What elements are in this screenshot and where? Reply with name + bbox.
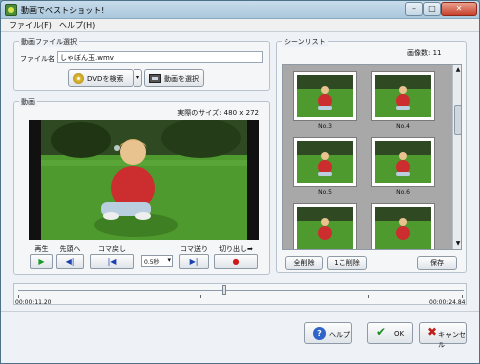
thumbnail-image (375, 75, 431, 117)
cut-label: 切り出し➡ (219, 245, 253, 253)
select-video-label: 動画を選択 (164, 75, 199, 83)
thumbnail-label: No.6 (396, 189, 410, 196)
record-icon: ● (232, 257, 240, 266)
timeline-tick (462, 295, 463, 298)
menu-bar: ファイル(F) ヘルプ(H) (1, 19, 479, 32)
frame-back-button[interactable]: |◀ (90, 254, 134, 269)
help-label: ヘルプ (329, 331, 350, 339)
play-control: 再生 ▶ (30, 244, 53, 272)
first-button[interactable]: ◀| (56, 254, 84, 269)
thumbnail-image (375, 207, 431, 249)
timeline-tick (368, 295, 369, 298)
maximize-button[interactable]: □ (423, 2, 441, 16)
delete-one-button[interactable]: 1こ削除 (327, 256, 367, 270)
dvd-dropdown-button[interactable]: ▾ (134, 69, 142, 87)
video-group: 動画 実際のサイズ: 480 x 272 再生 ▶ 先頭へ ◀| コマ戻し |◀… (13, 97, 270, 275)
cut-control: 切り出し➡ ● (214, 244, 258, 272)
timeline-slider[interactable] (13, 283, 467, 305)
scene-thumbnail[interactable] (371, 203, 435, 249)
timeline-track (18, 290, 464, 291)
step-back-icon: |◀ (107, 257, 117, 266)
back-control: コマ戻し |◀ (90, 244, 134, 272)
thumbnail-label: No.3 (318, 123, 332, 130)
image-count-label: 画像数: 11 (407, 49, 442, 57)
save-button[interactable]: 保存 (417, 256, 457, 270)
app-window: 動画でベストショット! – □ ✕ ファイル(F) ヘルプ(H) 動画ファイル選… (0, 0, 480, 364)
ok-label: OK (394, 330, 405, 338)
footer-divider (1, 311, 479, 312)
thumbnail-image (375, 141, 431, 183)
step-forward-icon: ▶| (189, 257, 199, 266)
play-icon: ▶ (38, 257, 45, 266)
timeline-thumb[interactable] (222, 285, 226, 295)
timeline-start-time: 00:00:11.20 (15, 299, 52, 306)
play-button[interactable]: ▶ (30, 254, 53, 269)
help-icon: ? (313, 327, 326, 340)
scene-list-scrollbar[interactable]: ▲ ▼ (452, 65, 461, 249)
timeline-end-time: 00:00:24.84 (429, 299, 466, 306)
delete-all-button[interactable]: 全削除 (285, 256, 323, 270)
file-name-field[interactable]: しゃぼん玉.wmv (57, 51, 263, 63)
cancel-x-icon: ✖ (427, 325, 438, 339)
actual-size-label: 実際のサイズ: 480 x 272 (177, 109, 259, 117)
back-label: コマ戻し (98, 245, 126, 253)
file-group-title: 動画ファイル選択 (19, 37, 79, 47)
scene-list[interactable]: No.3 No.4 No.5 No.6 ▲ ▼ (282, 64, 462, 250)
forward-control: コマ送り ▶| (179, 244, 209, 272)
scene-group-title: シーンリスト (282, 37, 328, 47)
menu-file[interactable]: ファイル(F) (7, 20, 54, 31)
thumbnail-label: No.4 (396, 123, 410, 130)
window-title: 動画でベストショット! (21, 6, 105, 15)
cancel-label: キャンセル (438, 331, 466, 349)
cancel-button[interactable]: ✖ キャンセル (419, 322, 467, 349)
file-name-label: ファイル名 (20, 55, 55, 63)
minimize-button[interactable]: – (405, 2, 423, 16)
scroll-thumb[interactable] (454, 105, 461, 135)
thumbnail-label: No.5 (318, 189, 332, 196)
file-select-group: 動画ファイル選択 ファイル名 しゃぼん玉.wmv DVDを検索 ▾ 動画を選択 (13, 37, 270, 91)
scene-thumbnail[interactable] (293, 71, 357, 121)
first-control: 先頭へ ◀| (56, 244, 84, 272)
step-size-select[interactable]: 0.5秒 (141, 255, 173, 267)
ok-button[interactable]: ✔ OK (367, 322, 413, 344)
dvd-icon (73, 73, 84, 84)
play-label: 再生 (34, 245, 49, 253)
scene-thumbnail[interactable] (293, 203, 357, 249)
dvd-search-label: DVDを検索 (87, 75, 124, 83)
menu-help[interactable]: ヘルプ(H) (57, 20, 97, 31)
help-button[interactable]: ? ヘルプ (304, 322, 352, 344)
checkmark-icon: ✔ (376, 325, 387, 339)
frame-forward-button[interactable]: ▶| (179, 254, 209, 269)
film-icon (149, 74, 161, 83)
scene-thumbnail[interactable] (293, 137, 357, 187)
timeline-tick (18, 295, 19, 298)
dvd-search-button[interactable]: DVDを検索 (68, 69, 134, 87)
timeline-tick (200, 295, 201, 298)
scene-thumbnail[interactable] (371, 137, 435, 187)
first-label: 先頭へ (59, 245, 81, 253)
cut-button[interactable]: ● (214, 254, 258, 269)
close-button[interactable]: ✕ (441, 2, 477, 16)
scroll-down-icon[interactable]: ▼ (453, 239, 461, 249)
video-preview[interactable] (29, 120, 259, 240)
scene-list-group: シーンリスト 画像数: 11 No.3 No.4 No.5 No.6 ▲ ▼ 全… (276, 37, 467, 273)
thumbnail-image (297, 141, 353, 183)
select-video-button[interactable]: 動画を選択 (144, 69, 204, 87)
video-frame-image (41, 120, 247, 240)
app-icon (5, 4, 17, 16)
thumbnail-image (297, 207, 353, 249)
title-bar: 動画でベストショット! – □ ✕ (1, 1, 479, 19)
scroll-up-icon[interactable]: ▲ (453, 65, 461, 75)
video-group-title: 動画 (19, 97, 37, 107)
skip-to-start-icon: ◀| (65, 257, 75, 266)
forward-label: コマ送り (180, 245, 208, 253)
thumbnail-image (297, 75, 353, 117)
scene-thumbnail[interactable] (371, 71, 435, 121)
